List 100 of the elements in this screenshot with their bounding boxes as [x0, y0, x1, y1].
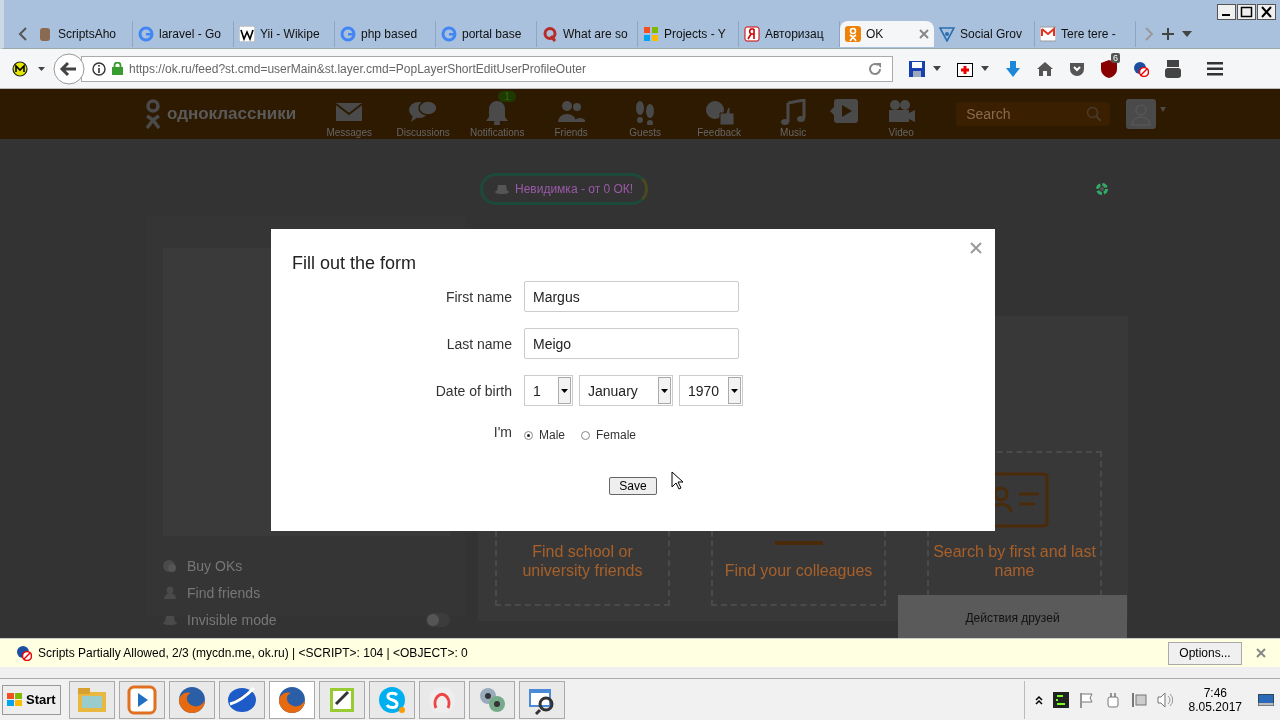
radio-button[interactable]: [581, 430, 590, 440]
browser-tab[interactable]: Projects - Y: [638, 21, 739, 47]
speech-bubbles-icon: [408, 98, 439, 125]
close-button[interactable]: [1257, 4, 1276, 20]
field-label: Date of birth: [435, 382, 512, 399]
minimize-button[interactable]: [1217, 4, 1236, 20]
video-camera-icon: [886, 98, 917, 125]
pocket-icon[interactable]: [1069, 60, 1085, 77]
friends-activity-panel: Действия друзей: [898, 595, 1127, 638]
dialog-title: Fill out the form: [292, 253, 418, 274]
first-aid-icon[interactable]: [957, 60, 973, 77]
squares-icon: [643, 26, 659, 42]
save-button[interactable]: Save: [609, 477, 657, 495]
letter-icon: [744, 26, 760, 42]
browser-tab[interactable]: Tere tere -: [1035, 21, 1136, 47]
dropdown-icon[interactable]: [1182, 31, 1192, 37]
no-sign-icon: [16, 645, 32, 661]
clock-time[interactable]: 7:46: [1203, 685, 1227, 700]
back-button[interactable]: [53, 52, 85, 85]
address-bar[interactable]: https://ok.ru/feed?st.cmd=userMain&st.layer.cmd=PopLayerShortEditUserProfileOuter: [81, 55, 893, 82]
field-label: I'm: [493, 424, 512, 440]
browser-tab[interactable]: ScriptsAho: [32, 21, 133, 47]
shield-icon[interactable]: [1101, 59, 1117, 78]
addon-icon[interactable]: [12, 60, 28, 77]
dropdown-icon[interactable]: [933, 66, 941, 71]
chevron-up-icon[interactable]: [1034, 694, 1043, 705]
video-logo-icon[interactable]: [1165, 59, 1181, 78]
search-field[interactable]: Search: [956, 102, 1111, 126]
fox-globe-icon[interactable]: [268, 680, 315, 719]
fox-globe-icon[interactable]: [168, 680, 215, 719]
gears-icon[interactable]: [468, 680, 515, 719]
reload-icon[interactable]: [868, 61, 882, 76]
maximize-button[interactable]: [1237, 4, 1256, 20]
browser-tab[interactable]: What are so: [537, 21, 638, 47]
card-text: Find school or university friends: [521, 542, 644, 580]
new-tab-icon[interactable]: [1162, 28, 1174, 40]
letter-w-icon: [239, 26, 255, 42]
scroll-left-icon[interactable]: [18, 27, 28, 41]
start-button[interactable]: Start: [2, 684, 61, 715]
browser-tab[interactable]: php based: [335, 21, 436, 47]
thumbs-up-icon: [704, 98, 735, 125]
power-plug-icon[interactable]: [1104, 691, 1121, 708]
color-wheel-icon[interactable]: [1096, 183, 1109, 195]
letter-q-icon: [542, 26, 558, 42]
browser-tab[interactable]: Авторизац: [739, 21, 840, 47]
mouse-pointer-icon: [671, 471, 683, 490]
close-icon[interactable]: [970, 242, 982, 254]
day-select[interactable]: 1: [524, 375, 573, 406]
browser-tab[interactable]: Social Grov: [934, 21, 1035, 47]
tab-title: Tere tere -: [1061, 27, 1117, 41]
tab-title: Social Grov: [960, 27, 1024, 41]
browser-tab[interactable]: portal base: [436, 21, 537, 47]
home-icon[interactable]: [1037, 60, 1053, 77]
close-icon[interactable]: [1256, 648, 1266, 658]
windows-logo-icon: [7, 692, 23, 707]
dropdown-icon[interactable]: [981, 66, 989, 71]
tab-title: Projects - Y: [664, 27, 727, 41]
network-icon[interactable]: [1130, 691, 1147, 708]
browser-tab[interactable]: Yii - Wikipe: [234, 21, 335, 47]
tab-title: laravel - Go: [159, 27, 223, 41]
tab-title: OK: [866, 27, 885, 41]
clock-date[interactable]: 8.05.2017: [1188, 699, 1242, 714]
comet-icon[interactable]: [218, 680, 265, 719]
coins-icon: [163, 558, 177, 573]
tab-title: Авторизац: [765, 27, 825, 41]
radio-label: Female: [596, 428, 637, 442]
card-text: Search by first and last name: [932, 542, 1097, 580]
promo-text: Невидимка - от 0 ОК!: [515, 182, 634, 196]
triangle-icon: [939, 26, 955, 42]
notepad-icon[interactable]: [318, 680, 365, 719]
close-tab-icon[interactable]: [919, 29, 929, 39]
year-select[interactable]: 1970: [679, 375, 743, 406]
text-field[interactable]: Meigo: [524, 328, 739, 359]
flag-icon[interactable]: [1078, 691, 1095, 708]
options-button[interactable]: Options...: [1168, 641, 1242, 665]
favicon-icon: [37, 26, 53, 42]
dropdown-icon[interactable]: [38, 66, 45, 71]
play-icon[interactable]: [118, 680, 165, 719]
card-icon-edge: [774, 541, 823, 545]
download-icon[interactable]: [1005, 60, 1021, 77]
month-select[interactable]: January: [579, 375, 673, 406]
speaker-icon[interactable]: [1156, 691, 1173, 708]
terminal-icon[interactable]: [1052, 691, 1069, 708]
url-text: https://ok.ru/feed?st.cmd=userMain&st.layer.cmd=PopLayerShortEditUserProfileOuter: [129, 61, 587, 76]
radio-label: Male: [539, 428, 565, 442]
info-icon[interactable]: [92, 61, 106, 76]
window-magnifier-icon[interactable]: [518, 680, 565, 719]
no-sign-icon[interactable]: [1133, 60, 1149, 77]
toggle-switch[interactable]: [426, 612, 450, 627]
dropdown-icon: [558, 377, 571, 404]
show-desktop-icon[interactable]: [1258, 691, 1274, 708]
text-field[interactable]: Margus: [524, 281, 739, 312]
dropdown-icon: [658, 377, 671, 404]
radio-button[interactable]: [524, 430, 533, 440]
tab-title: php based: [361, 27, 419, 41]
browser-tab[interactable]: OK: [840, 21, 934, 47]
menu-icon[interactable]: [1207, 61, 1223, 76]
browser-tab[interactable]: laravel - Go: [133, 21, 234, 47]
letter-g-icon: [441, 26, 457, 42]
hat-icon: [495, 184, 509, 194]
